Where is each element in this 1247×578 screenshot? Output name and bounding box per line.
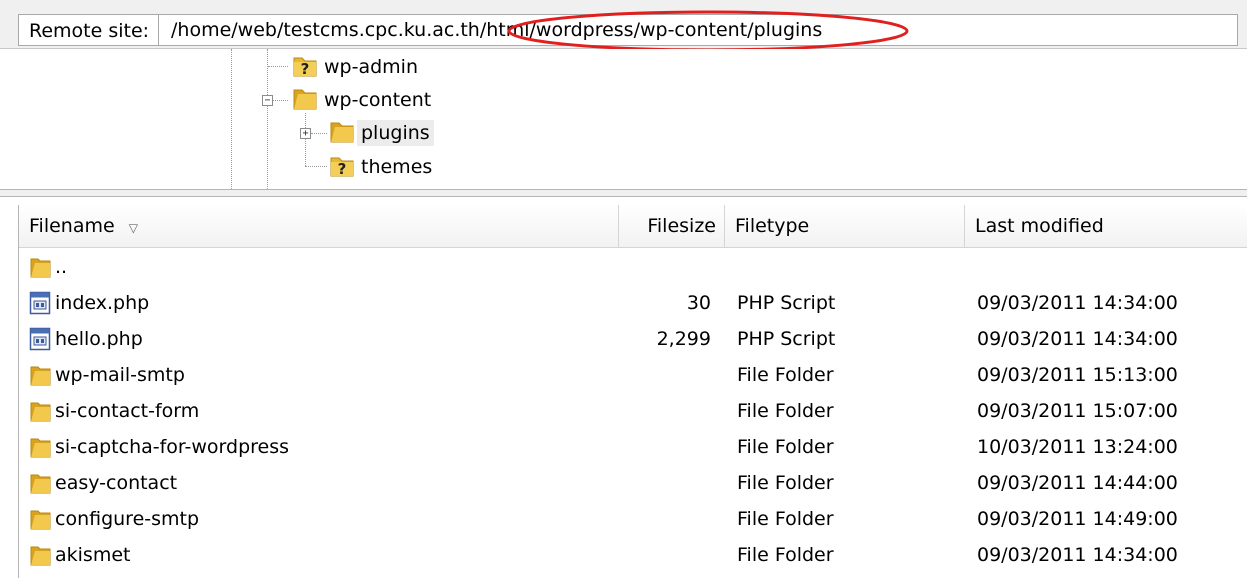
tree-connector bbox=[311, 133, 327, 134]
tree-item-wp-content[interactable]: wp-content bbox=[290, 84, 435, 116]
file-modified: 09/03/2011 14:34:00 bbox=[977, 328, 1178, 350]
folder-icon bbox=[327, 118, 357, 149]
svg-text:?: ? bbox=[338, 160, 347, 178]
sort-descending-icon: ▽ bbox=[128, 221, 138, 235]
file-type: File Folder bbox=[737, 544, 834, 566]
column-filesize[interactable]: Filesize bbox=[619, 205, 725, 247]
file-row[interactable]: si-captcha-for-wordpress File Folder 10/03… bbox=[19, 429, 1247, 465]
tree-item-themes[interactable]: ? themes bbox=[327, 151, 436, 183]
file-size: 30 bbox=[686, 292, 711, 314]
unknown-folder-icon: ? bbox=[290, 52, 320, 83]
tree-connector bbox=[273, 100, 288, 101]
folder-icon bbox=[29, 363, 53, 392]
column-filetype[interactable]: Filetype bbox=[725, 205, 965, 247]
file-row[interactable]: hello.php 2,299 PHP Script 09/03/2011 14:34… bbox=[19, 321, 1247, 357]
file-row[interactable]: akismet File Folder 09/03/2011 14:34:00 bbox=[19, 537, 1247, 573]
column-last-modified[interactable]: Last modified bbox=[965, 205, 1247, 247]
tree-item-plugins[interactable]: plugins bbox=[327, 117, 434, 149]
folder-icon bbox=[29, 471, 53, 500]
tree-item-label: themes bbox=[361, 156, 433, 178]
tree-item-wp-admin[interactable]: ? wp-admin bbox=[290, 51, 422, 83]
file-modified: 09/03/2011 14:44:00 bbox=[977, 472, 1178, 494]
file-modified: 10/03/2011 13:24:00 bbox=[977, 436, 1178, 458]
file-size bbox=[579, 429, 711, 465]
tree-connector bbox=[267, 105, 268, 189]
tree-item-label: wp-admin bbox=[324, 56, 418, 78]
file-type: File Folder bbox=[737, 472, 834, 494]
file-name: akismet bbox=[55, 544, 131, 566]
remote-path-input[interactable]: /home/web/testcms.cpc.ku.ac.th/html/word… bbox=[158, 14, 1238, 46]
file-row[interactable]: index.php 30 PHP Script 09/03/2011 14:34:00 bbox=[19, 285, 1247, 321]
file-size bbox=[579, 501, 711, 537]
file-type: File Folder bbox=[737, 400, 834, 422]
folder-icon bbox=[29, 399, 53, 428]
file-modified: 09/03/2011 14:34:00 bbox=[977, 544, 1178, 566]
php-file-icon bbox=[29, 327, 51, 356]
file-row[interactable]: wp-mail-smtp File Folder 09/03/2011 15:13:… bbox=[19, 357, 1247, 393]
file-size bbox=[579, 357, 711, 393]
file-type: PHP Script bbox=[737, 292, 836, 314]
svg-text:?: ? bbox=[301, 60, 310, 78]
column-filename[interactable]: Filename ▽ bbox=[19, 205, 619, 247]
file-type: File Folder bbox=[737, 436, 834, 458]
file-size bbox=[579, 537, 711, 573]
file-name: .. bbox=[55, 256, 68, 278]
file-row[interactable]: easy-contact File Folder 09/03/2011 14:44:… bbox=[19, 465, 1247, 501]
tree-item-label: plugins bbox=[357, 120, 434, 146]
tree-connector bbox=[305, 113, 306, 166]
expand-toggle[interactable]: + bbox=[300, 128, 311, 139]
file-name: si-captcha-for-wordpress bbox=[55, 436, 290, 458]
file-type: File Folder bbox=[737, 364, 834, 386]
file-list-header: Filename ▽ Filesize Filetype Last modifie… bbox=[19, 205, 1247, 248]
file-name: index.php bbox=[55, 292, 150, 314]
file-modified: 09/03/2011 14:34:00 bbox=[977, 292, 1178, 314]
column-label: Filetype bbox=[735, 215, 810, 237]
file-modified: 09/03/2011 14:49:00 bbox=[977, 508, 1178, 530]
folder-icon bbox=[29, 507, 53, 536]
php-file-icon bbox=[29, 291, 51, 320]
tree-connector bbox=[231, 49, 232, 189]
tree-connector bbox=[267, 49, 268, 99]
file-type: PHP Script bbox=[737, 328, 836, 350]
column-label: Last modified bbox=[975, 215, 1104, 237]
folder-icon bbox=[29, 255, 53, 284]
file-name: configure-smtp bbox=[55, 508, 200, 530]
tree-connector bbox=[268, 66, 288, 67]
file-row[interactable]: configure-smtp File Folder 09/03/2011 14:4… bbox=[19, 501, 1247, 537]
file-size bbox=[579, 393, 711, 429]
file-modified: 09/03/2011 15:07:00 bbox=[977, 400, 1178, 422]
file-row[interactable]: .. bbox=[19, 249, 1247, 285]
tree-item-label: wp-content bbox=[324, 89, 432, 111]
file-modified: 09/03/2011 15:13:00 bbox=[977, 364, 1178, 386]
folder-icon bbox=[29, 435, 53, 464]
pane-splitter[interactable] bbox=[0, 189, 1247, 197]
file-size: 2,299 bbox=[656, 328, 711, 350]
collapse-toggle[interactable]: − bbox=[262, 95, 273, 106]
tree-connector bbox=[305, 166, 327, 167]
remote-site-label: Remote site: bbox=[18, 14, 158, 46]
file-name: si-contact-form bbox=[55, 400, 200, 422]
column-label: Filename bbox=[29, 215, 115, 237]
file-list: Filename ▽ Filesize Filetype Last modifie… bbox=[18, 205, 1247, 578]
file-size bbox=[579, 249, 711, 285]
folder-icon bbox=[29, 543, 53, 572]
file-name: hello.php bbox=[55, 328, 143, 350]
file-name: wp-mail-smtp bbox=[55, 364, 185, 386]
file-row[interactable]: si-contact-form File Folder 09/03/2011 15:… bbox=[19, 393, 1247, 429]
file-type: File Folder bbox=[737, 508, 834, 530]
folder-icon bbox=[290, 85, 320, 116]
column-label: Filesize bbox=[647, 215, 716, 237]
remote-site-bar: Remote site: /home/web/testcms.cpc.ku.ac… bbox=[0, 0, 1247, 49]
file-name: easy-contact bbox=[55, 472, 178, 494]
directory-tree: ? wp-admin − wp-content + plugins ? them… bbox=[0, 49, 1247, 189]
unknown-folder-icon: ? bbox=[327, 152, 357, 183]
file-size bbox=[579, 465, 711, 501]
